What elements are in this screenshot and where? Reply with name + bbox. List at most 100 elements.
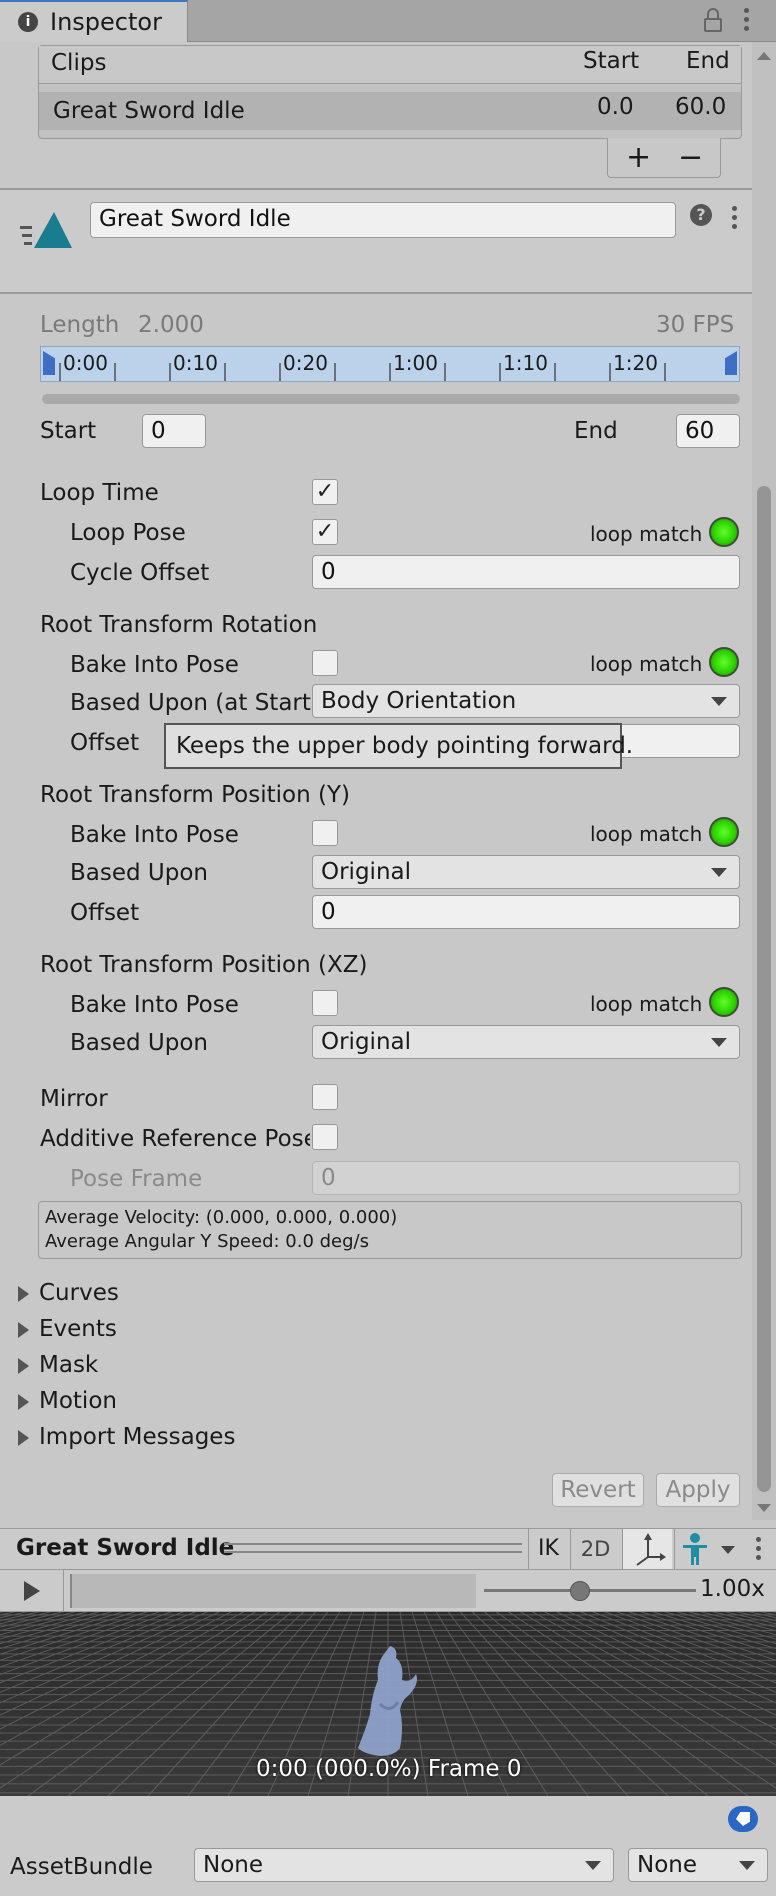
end-field[interactable]: 60 [676,414,740,448]
loop-match-label: loop match [590,992,703,1016]
range-end-handle[interactable] [725,351,737,375]
average-velocity-text: Average Velocity: (0.000, 0.000, 0.000) [45,1207,398,1228]
scroll-up-arrow-icon[interactable] [757,52,771,60]
inspector-scrollbar[interactable] [752,42,776,1520]
foldout-label: Import Messages [39,1424,236,1450]
mirror-checkbox[interactable] [312,1084,338,1110]
length-label: Length [40,312,120,338]
preview-viewport[interactable]: 0:00 (000.0%) Frame 0 [0,1612,776,1796]
additive-label: Additive Reference Pose [40,1126,310,1152]
pivot-toggle[interactable] [622,1529,672,1569]
playback-timeline[interactable] [70,1574,476,1608]
position-xz-title: Root Transform Position (XZ) [40,952,368,978]
cycle-offset-field[interactable]: 0 [312,555,740,589]
preview-drag-handle[interactable] [224,1543,522,1553]
play-button[interactable] [0,1570,64,1611]
tab-label: Inspector [50,8,162,36]
avatar-icon [683,1533,707,1565]
animation-clip-icon [20,212,72,248]
ik-toggle[interactable]: IK [528,1529,568,1569]
dropdown-value: Original [321,1029,412,1055]
position-y-offset-field[interactable]: 0 [312,895,740,929]
rotation-offset-label: Offset [70,730,140,756]
clip-more-menu-icon[interactable] [732,206,738,232]
chevron-down-icon [721,1546,735,1554]
playback-bar: 1.00x [0,1570,776,1612]
2d-toggle[interactable]: 2D [570,1529,620,1569]
dropdown-value: None [203,1852,264,1878]
pivot-icon [636,1533,666,1566]
position-y-based-upon-dropdown[interactable]: Original [312,855,740,889]
clip-name-field[interactable]: Great Sword Idle [90,202,676,238]
preview-toolbar: Great Sword Idle IK 2D [0,1528,776,1570]
foldout-mask[interactable]: Mask [18,1352,98,1378]
dropdown-value: None [637,1852,698,1878]
loop-match-indicator-icon [709,987,739,1017]
foldout-label: Curves [39,1280,119,1306]
clips-list: Clips Start End Great Sword Idle 0.0 60.… [38,45,742,139]
position-xz-based-upon-label: Based Upon [70,1030,208,1056]
foldout-events[interactable]: Events [18,1316,117,1342]
fps-label: 30 FPS [656,312,735,338]
scroll-thumb[interactable] [757,486,771,1492]
foldout-arrow-icon [18,1393,29,1410]
remove-clip-button[interactable]: − [678,140,703,175]
clip-row[interactable]: Great Sword Idle 0.0 60.0 [39,92,741,130]
avatar-dropdown[interactable] [674,1529,744,1569]
length-value: 2.000 [138,312,204,338]
loop-match-indicator-icon [709,647,739,677]
clips-header-name: Clips [51,50,107,76]
timeline-scrollbar[interactable] [42,394,740,404]
asset-bundle-variant-dropdown[interactable]: None [628,1848,768,1882]
chevron-down-icon [711,1038,727,1047]
range-start-handle[interactable] [43,351,55,375]
additive-checkbox[interactable] [312,1124,338,1150]
loop-match-label: loop match [590,822,703,846]
lock-icon[interactable] [704,18,722,32]
loop-pose-checkbox[interactable]: ✓ [312,519,338,545]
foldout-import-messages[interactable]: Import Messages [18,1424,235,1450]
revert-button[interactable]: Revert [552,1473,644,1507]
clips-header-start: Start [583,48,640,74]
position-xz-based-upon-dropdown[interactable]: Original [312,1025,740,1059]
add-clip-button[interactable]: + [626,140,651,175]
asset-bundle-name-dropdown[interactable]: None [194,1848,614,1882]
additive-label-clip: Additive Reference Pose [40,1126,310,1156]
clip-row-end: 60.0 [675,94,727,120]
chevron-down-icon [739,1861,755,1870]
speed-slider[interactable] [484,1570,696,1611]
tag-icon[interactable] [728,1806,758,1832]
more-menu-icon[interactable] [744,8,750,34]
tick-marks [59,363,719,381]
foldout-curves[interactable]: Curves [18,1280,119,1306]
speed-slider-thumb[interactable] [570,1581,591,1601]
cycle-offset-label: Cycle Offset [70,560,210,586]
help-icon[interactable]: ? [690,204,712,226]
timeline-ruler[interactable]: 0:00 0:10 0:20 1:00 1:10 1:20 [40,346,740,382]
foldout-motion[interactable]: Motion [18,1388,117,1414]
tag-glyph [736,1812,750,1826]
position-y-bake-checkbox[interactable] [312,820,338,846]
position-xz-bake-checkbox[interactable] [312,990,338,1016]
rotation-bake-checkbox[interactable] [312,650,338,676]
clips-header-end: End [686,48,730,74]
pose-frame-field: 0 [312,1161,740,1195]
scroll-down-arrow-icon[interactable] [757,1504,771,1512]
loop-time-label: Loop Time [40,480,159,506]
average-angular-text: Average Angular Y Speed: 0.0 deg/s [45,1231,369,1252]
foldout-arrow-icon [18,1357,29,1374]
rotation-based-upon-dropdown[interactable]: Body Orientation [312,684,740,718]
asset-bundle-label: AssetBundle [10,1854,153,1880]
tab-inspector[interactable]: i Inspector [0,0,188,42]
preview-title: Great Sword Idle [16,1535,235,1561]
foldout-label: Mask [39,1352,99,1378]
clips-footer: + − [607,138,721,178]
loop-match-label: loop match [590,652,703,676]
preview-more-menu-icon[interactable] [756,1537,762,1563]
chevron-down-icon [711,868,727,877]
loop-time-checkbox[interactable]: ✓ [312,479,338,505]
asset-bundle-area: AssetBundle None None [0,1796,776,1896]
dropdown-value: Original [321,859,412,885]
start-field[interactable]: 0 [142,414,206,448]
apply-button[interactable]: Apply [656,1473,740,1507]
